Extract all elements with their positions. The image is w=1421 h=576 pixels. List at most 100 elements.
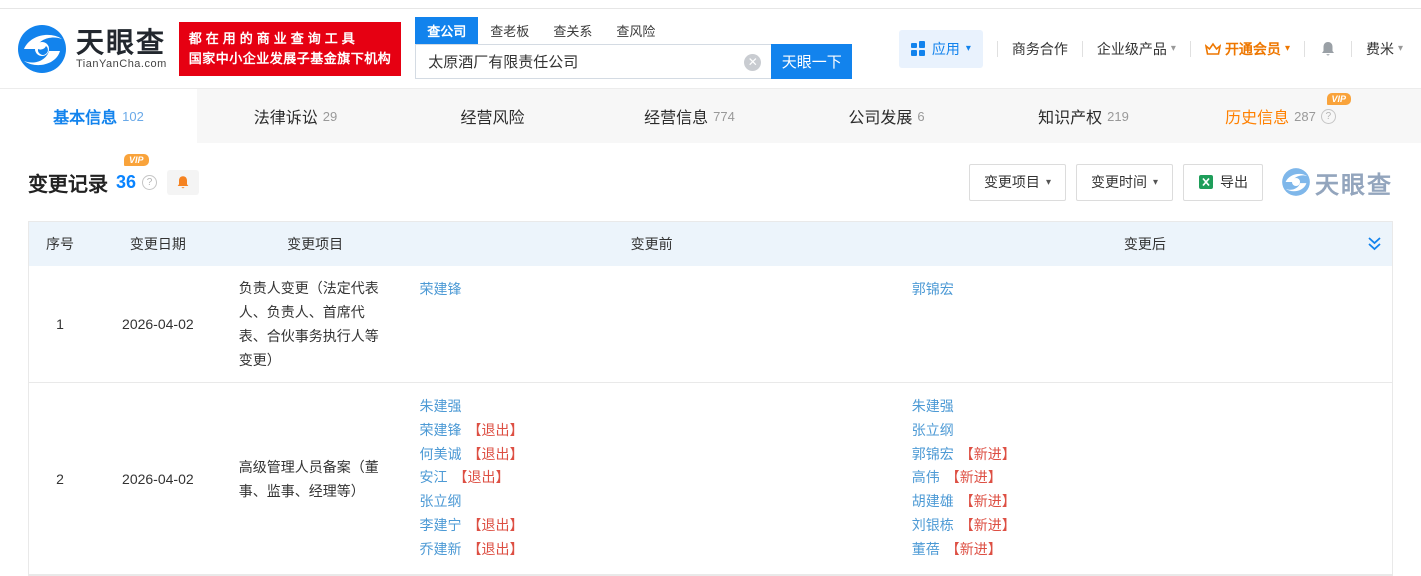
nav-tab-1[interactable]: 法律诉讼29 <box>197 89 394 143</box>
person-link[interactable]: 何美诚 <box>420 446 462 462</box>
person-line: 荣建锋 <box>420 278 884 302</box>
subscribe-bell-button[interactable] <box>167 170 199 195</box>
filter-change-project-label: 变更项目 <box>984 172 1040 192</box>
person-link[interactable]: 朱建强 <box>420 398 462 414</box>
person-link[interactable]: 胡建雄 <box>912 493 954 509</box>
change-status-tag: 【退出】 <box>468 517 524 533</box>
person-link[interactable]: 荣建锋 <box>420 422 462 438</box>
person-line: 何美诚【退出】 <box>420 443 884 467</box>
crown-icon <box>1205 42 1221 56</box>
nav-tab-6[interactable]: VIP历史信息287? <box>1182 89 1379 143</box>
person-list: 朱建强荣建锋【退出】何美诚【退出】安江【退出】张立纲李建宁【退出】乔建新【退出】 <box>420 393 884 562</box>
username-label: 费米 <box>1366 39 1394 59</box>
nav-tab-label: 经营风险 <box>460 104 524 128</box>
table-header-row: 序号变更日期变更项目变更前变更后 <box>29 222 1392 266</box>
tianyancha-watermark-icon <box>1281 167 1311 197</box>
divider <box>1351 41 1352 57</box>
export-label: 导出 <box>1220 172 1248 192</box>
notifications-button[interactable] <box>1319 40 1337 58</box>
enterprise-label: 企业级产品 <box>1097 39 1167 59</box>
column-header: 变更日期 <box>91 222 225 266</box>
promo-banner: 都在用的商业查询工具 国家中小企业发展子基金旗下机构 <box>179 22 402 76</box>
person-link[interactable]: 安江 <box>420 469 448 485</box>
person-link[interactable]: 朱建强 <box>912 398 954 414</box>
person-line: 朱建强 <box>420 395 884 419</box>
bell-icon <box>1319 40 1337 58</box>
person-link[interactable]: 高伟 <box>912 469 940 485</box>
divider <box>1082 41 1083 57</box>
help-icon[interactable]: ? <box>1321 109 1336 124</box>
tianyancha-logo[interactable]: 天眼查 TianYanCha.com <box>16 23 167 75</box>
person-line: 荣建锋【退出】 <box>420 419 884 443</box>
person-link[interactable]: 郭锦宏 <box>912 446 954 462</box>
person-line: 刘银栋【新进】 <box>912 514 1378 538</box>
watermark-logo: 天眼查 <box>1281 165 1393 200</box>
search-tab-0[interactable]: 查公司 <box>415 17 478 44</box>
nav-tab-5[interactable]: 知识产权 219 <box>985 89 1182 143</box>
person-line: 张立纲 <box>912 419 1378 443</box>
nav-tab-count: 287 <box>1294 109 1316 124</box>
top-strip <box>0 0 1421 9</box>
nav-tab-2[interactable]: 经营风险 <box>394 89 591 143</box>
search-input[interactable]: 太原酒厂有限责任公司 ✕ <box>415 44 771 79</box>
person-line: 张立纲 <box>420 490 884 514</box>
change-status-tag: 【新进】 <box>960 446 1016 462</box>
user-menu[interactable]: 费米 ▾ <box>1366 39 1403 59</box>
chevron-down-icon: ▾ <box>1285 43 1290 54</box>
nav-tab-3[interactable]: 经营信息774 <box>591 89 788 143</box>
nav-tab-count: 219 <box>1107 109 1129 124</box>
person-list: 郭锦宏 <box>912 276 1378 302</box>
vip-upgrade-menu[interactable]: 开通会员 ▾ <box>1205 39 1290 59</box>
person-link[interactable]: 张立纲 <box>912 422 954 438</box>
apps-menu[interactable]: 应用 ▾ <box>899 30 983 68</box>
change-status-tag: 【退出】 <box>468 422 524 438</box>
chevron-down-icon: ▾ <box>1046 177 1051 188</box>
enterprise-menu[interactable]: 企业级产品 ▾ <box>1097 39 1176 59</box>
search-button[interactable]: 天眼一下 <box>771 44 852 79</box>
person-link[interactable]: 李建宁 <box>420 517 462 533</box>
header-menu: 应用 ▾ 商务合作 企业级产品 ▾ 开通会员 ▾ <box>899 30 1403 68</box>
person-link[interactable]: 刘银栋 <box>912 517 954 533</box>
person-link[interactable]: 荣建锋 <box>420 281 462 297</box>
export-button[interactable]: 导出 <box>1183 164 1263 201</box>
help-icon[interactable]: ? <box>142 175 157 190</box>
person-link[interactable]: 乔建新 <box>420 541 462 557</box>
cell-change-after: 朱建强张立纲郭锦宏【新进】高伟【新进】胡建雄【新进】刘银栋【新进】董蓓【新进】 <box>898 383 1392 574</box>
search-tab-1[interactable]: 查老板 <box>478 17 541 44</box>
nav-tab-label: 历史信息 <box>1225 104 1289 128</box>
cell-change-after: 郭锦宏 <box>898 266 1392 382</box>
nav-tab-0[interactable]: 基本信息 102 <box>0 89 197 143</box>
apps-grid-icon <box>911 41 926 56</box>
person-link[interactable]: 张立纲 <box>420 493 462 509</box>
clear-icon[interactable]: ✕ <box>744 54 761 71</box>
section-header: 变更记录 VIP 36 ? 变更项目 ▾ 变更时间 ▾ <box>28 143 1393 221</box>
change-status-tag: 【新进】 <box>946 541 1002 557</box>
nav-tab-label: 知识产权 <box>1038 104 1102 128</box>
collapse-double-chevron-icon[interactable] <box>1367 236 1382 255</box>
promo-banner-line1: 都在用的商业查询工具 <box>189 29 392 49</box>
search-tab-2[interactable]: 查关系 <box>541 17 604 44</box>
cell-serial-no: 2 <box>29 383 91 574</box>
nav-tab-label: 经营信息 <box>644 104 708 128</box>
section-count: 36 <box>116 172 136 193</box>
search-input-value: 太原酒厂有限责任公司 <box>428 51 578 72</box>
person-line: 安江【退出】 <box>420 466 884 490</box>
cooperation-link[interactable]: 商务合作 <box>1012 39 1068 59</box>
filter-change-project-dropdown[interactable]: 变更项目 ▾ <box>969 164 1066 201</box>
nav-tab-label: 基本信息 <box>53 104 117 128</box>
nav-tab-count: 29 <box>323 109 337 124</box>
watermark-text: 天眼查 <box>1315 165 1393 200</box>
filter-change-time-label: 变更时间 <box>1091 172 1147 192</box>
nav-tab-label: 公司发展 <box>848 104 912 128</box>
nav-tab-count: 102 <box>122 109 144 124</box>
person-link[interactable]: 郭锦宏 <box>912 281 954 297</box>
change-status-tag: 【退出】 <box>468 541 524 557</box>
cell-change-date: 2026-04-02 <box>91 266 225 382</box>
person-list: 荣建锋 <box>420 276 884 302</box>
nav-tab-4[interactable]: 公司发展6 <box>788 89 985 143</box>
person-link[interactable]: 董蓓 <box>912 541 940 557</box>
filter-change-time-dropdown[interactable]: 变更时间 ▾ <box>1076 164 1173 201</box>
column-header: 变更项目 <box>225 222 406 266</box>
search-tab-3[interactable]: 查风险 <box>604 17 667 44</box>
search-area: 查公司查老板查关系查风险 太原酒厂有限责任公司 ✕ 天眼一下 <box>415 19 865 79</box>
